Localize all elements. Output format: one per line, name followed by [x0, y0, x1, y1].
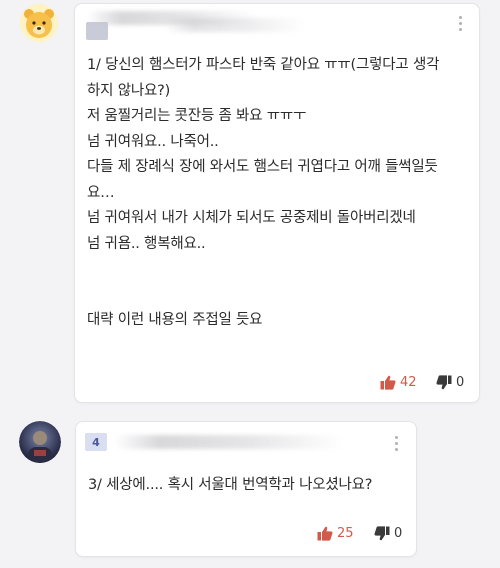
- upvote-count: 42: [400, 375, 417, 390]
- avatar-bear[interactable]: [20, 4, 58, 42]
- username-redacted-2: [165, 18, 305, 32]
- avatar-user[interactable]: [19, 421, 61, 463]
- comment-body-1: 1/ 당신의 햄스터가 파스타 반죽 같아요 ㅠㅠ(그렇다고 생각 하지 않나요…: [87, 53, 439, 333]
- comment-body-2: 3/ 세상에.... 혹시 서울대 번역학과 나오셨나요?: [88, 473, 372, 499]
- comment-line: 넘 귀여워서 내가 시체가 되서도 공중제비 돌아버리겠네: [87, 210, 416, 226]
- downvote-button[interactable]: 0: [374, 526, 402, 541]
- upvote-button[interactable]: 25: [317, 526, 354, 541]
- comment-line: 대략 이런 내용의 주접일 듯요: [87, 311, 263, 328]
- comment-line: [87, 257, 439, 283]
- profile-photo-icon: [19, 421, 61, 463]
- thumbs-up-icon: [317, 526, 333, 541]
- comment-line: 3/ 세상에.... 혹시 서울대 번역학과 나오셨나요?: [88, 477, 373, 493]
- comment-line: 하지 않나요?): [87, 82, 171, 99]
- thumbs-down-icon: [374, 526, 390, 541]
- comment-line: 넘 귀욤.. 행복해요..: [87, 235, 206, 252]
- upvote-count: 25: [337, 526, 354, 541]
- downvote-button[interactable]: 0: [436, 375, 464, 390]
- more-vertical-icon[interactable]: [459, 16, 463, 31]
- downvote-count: 0: [456, 375, 465, 390]
- username-redacted: [114, 435, 344, 449]
- downvote-count: 0: [394, 526, 403, 541]
- comment-card-2: 4 3/ 세상에.... 혹시 서울대 번역학과 나오셨나요? 25 0: [75, 421, 417, 557]
- comment-card-1: 1/ 당신의 햄스터가 파스타 반죽 같아요 ㅠㅠ(그렇다고 생각 하지 않나요…: [74, 3, 480, 403]
- comment-line: 저 움찔거리는 콧잔등 좀 봐요 ㅠㅠㅜ: [87, 108, 307, 124]
- comment-line: 넘 귀여워요.. 나죽어..: [87, 133, 219, 150]
- comment-line: 요…: [87, 184, 115, 201]
- comment-line: 다들 제 장례식 장에 와서도 햄스터 귀엽다고 어깨 들썩일듯: [87, 159, 438, 175]
- rank-badge: 4: [85, 433, 107, 451]
- comment-line: 1/ 당신의 햄스터가 파스타 반죽 같아요 ㅠㅠ(그렇다고 생각: [87, 57, 440, 73]
- thumbs-down-icon: [436, 375, 452, 390]
- upvote-button[interactable]: 42: [380, 375, 417, 390]
- more-vertical-icon[interactable]: [395, 436, 399, 451]
- thumbs-up-icon: [380, 375, 396, 390]
- bear-icon: [20, 4, 58, 42]
